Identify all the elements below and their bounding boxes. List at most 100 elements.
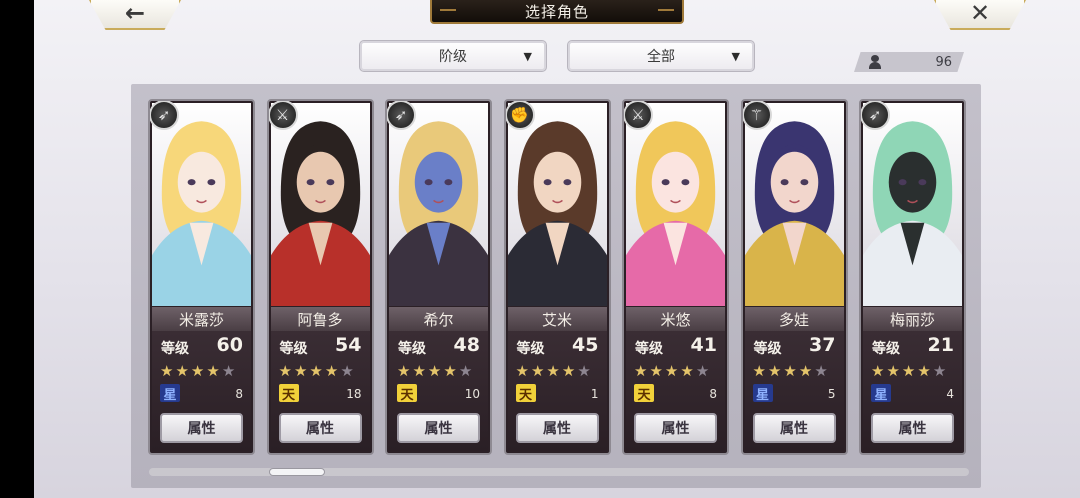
character-portrait [152,103,251,306]
staff-icon: ⚚ [742,101,772,130]
rank-badge-icon: 天 [634,384,654,403]
attribute-button[interactable]: 属性 [752,413,836,443]
star-filled-icon: ★ [649,362,665,380]
attribute-button[interactable]: 属性 [634,413,717,443]
star-rating: ★★★★★ [160,362,237,380]
bow-icon: ➶ [150,101,179,130]
character-count: 96 [935,54,952,70]
rank-sub-value: 4 [946,387,954,401]
character-name: 米悠 [626,307,725,331]
attribute-button[interactable]: 属性 [871,413,954,443]
star-filled-icon: ★ [767,362,784,380]
level-value: 60 [216,334,243,356]
close-button[interactable]: ✕ [934,0,1026,30]
star-rating: ★★★★★ [279,362,356,380]
rank-sub-value: 8 [235,387,243,401]
star-filled-icon: ★ [412,362,428,380]
star-filled-icon: ★ [530,362,547,380]
rank-sub-value: 18 [346,387,362,401]
title-bar: 选择角色 [430,0,684,24]
character-card[interactable]: ➶ 希尔 等级 48 ★★★★★ 天 10 属性 [385,99,492,455]
back-arrow-icon: ← [124,0,146,27]
back-button[interactable]: ← [89,0,181,30]
level-value: 37 [809,334,836,356]
character-card[interactable]: ⚚ 多娃 等级 37 ★★★★★ 星 5 属性 [740,99,848,455]
character-card[interactable]: ✊ 艾米 等级 45 ★★★★★ 天 1 属性 [503,99,611,455]
character-select-screen: ← 选择角色 ✕ 阶级 ▼ 全部 ▼ 96 ➶ 米露莎 等级 60 ★★★★★ 星 8 属性 ⚔… [34,0,1080,498]
star-rating: ★★★★★ [634,362,711,380]
character-stats: 等级 54 ★★★★★ 天 18 属性 [270,331,370,451]
character-stats: 等级 45 ★★★★★ 天 1 属性 [507,331,607,451]
star-filled-icon: ★ [546,362,562,380]
page-title: 选择角色 [524,2,589,21]
star-filled-icon: ★ [515,362,531,380]
star-rating: ★★★★★ [397,362,474,380]
star-filled-icon: ★ [561,362,578,380]
star-filled-icon: ★ [160,362,176,380]
character-name: 阿鲁多 [270,307,370,331]
level-value: 41 [690,334,717,356]
character-portrait [744,103,844,306]
rank-sub-value: 8 [709,387,717,401]
category-filter-dropdown[interactable]: 全部 ▼ [567,40,755,72]
rank-badge-icon: 星 [160,384,180,403]
star-filled-icon: ★ [324,362,341,380]
character-portrait [863,103,962,306]
scrollbar-thumb[interactable] [269,468,325,476]
attribute-button[interactable]: 属性 [397,413,480,443]
attribute-button[interactable]: 属性 [278,413,362,443]
character-card[interactable]: ⚔ 阿鲁多 等级 54 ★★★★★ 天 18 属性 [266,99,374,455]
star-filled-icon: ★ [871,362,887,380]
star-filled-icon: ★ [175,362,191,380]
star-filled-icon: ★ [783,362,799,380]
person-icon [868,55,882,69]
rank-filter-dropdown[interactable]: 阶级 ▼ [359,40,547,72]
close-x-icon: ✕ [969,0,991,27]
rank-badge-icon: 天 [278,384,299,403]
character-card[interactable]: ➶ 米露莎 等级 60 ★★★★★ 星 8 属性 [148,99,255,455]
rank-badge-icon: 星 [871,384,891,403]
bow-icon: ➶ [387,101,416,130]
star-filled-icon: ★ [427,362,444,380]
category-filter-label: 全部 [647,49,675,65]
rank-badge-icon: 天 [397,384,417,403]
horizontal-scrollbar[interactable] [149,468,969,476]
level-label: 等级 [398,341,426,357]
attribute-button[interactable]: 属性 [160,413,243,443]
sword-icon: ⚔ [624,101,653,130]
character-portrait [270,103,370,306]
star-filled-icon: ★ [886,362,902,380]
level-value: 45 [572,334,599,356]
level-label: 等级 [279,341,308,357]
character-portrait [626,103,725,306]
star-filled-icon: ★ [190,362,207,380]
character-name: 米露莎 [152,307,251,331]
star-rating: ★★★★★ [871,362,948,380]
sword-icon: ⚔ [268,101,298,130]
attribute-button[interactable]: 属性 [515,413,599,443]
character-portrait [507,103,607,306]
character-card[interactable]: ⚔ 米悠 等级 41 ★★★★★ 天 8 属性 [622,99,729,455]
level-label: 等级 [753,341,782,357]
character-stats: 等级 41 ★★★★★ 天 8 属性 [626,331,725,451]
star-filled-icon: ★ [664,362,681,380]
level-value: 21 [927,334,954,356]
rank-sub-value: 10 [464,387,480,401]
screen-edge [0,0,34,498]
star-empty-icon: ★ [932,362,949,380]
star-rating: ★★★★★ [516,362,593,380]
chevron-down-icon: ▼ [523,50,532,63]
fist-icon: ✊ [505,101,535,130]
star-empty-icon: ★ [577,362,593,380]
star-filled-icon: ★ [206,362,222,380]
character-stats: 等级 60 ★★★★★ 星 8 属性 [152,331,251,451]
star-empty-icon: ★ [458,362,475,380]
character-name: 梅丽莎 [863,307,962,331]
level-label: 等级 [872,341,900,357]
rank-badge-icon: 星 [752,384,773,403]
character-card[interactable]: ➶ 梅丽莎 等级 21 ★★★★★ 星 4 属性 [859,99,966,455]
star-filled-icon: ★ [309,362,325,380]
star-filled-icon: ★ [901,362,918,380]
chevron-down-icon: ▼ [731,50,740,63]
rank-sub-value: 1 [590,387,599,401]
